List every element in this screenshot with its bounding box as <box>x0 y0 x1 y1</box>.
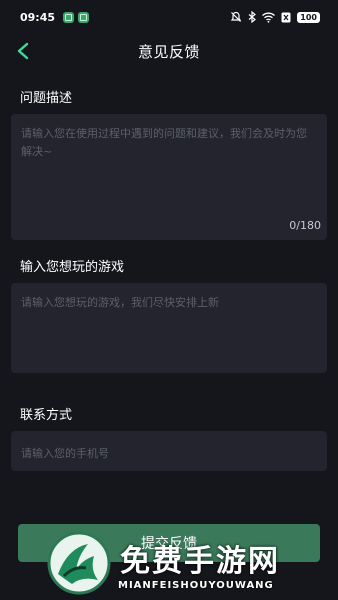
problem-field: 0/180 <box>11 114 327 240</box>
mute-icon <box>231 11 242 22</box>
status-bar: 09:45 100 <box>0 0 338 34</box>
char-counter: 0/180 <box>289 219 321 232</box>
phone-input[interactable] <box>21 445 317 463</box>
sim-icon <box>281 12 291 22</box>
back-button[interactable] <box>12 40 34 62</box>
bluetooth-icon <box>248 11 257 23</box>
game-label: 输入您想玩的游戏 <box>20 260 125 275</box>
status-time: 09:45 <box>20 10 56 24</box>
app-icon <box>63 11 75 23</box>
contact-label: 联系方式 <box>20 408 73 423</box>
game-field <box>11 283 327 373</box>
nav-bar: 意见反馈 <box>0 34 338 68</box>
app-icon <box>78 11 90 23</box>
contact-field <box>11 431 327 471</box>
page-title: 意见反馈 <box>137 42 200 61</box>
problem-textarea[interactable] <box>21 125 317 195</box>
problem-label: 问题描述 <box>20 91 73 106</box>
submit-button[interactable]: 提交反馈 <box>18 524 320 562</box>
wifi-icon <box>262 12 276 23</box>
game-textarea[interactable] <box>21 294 317 362</box>
watermark-subtitle: MIANFEISHOUYOUWANG <box>118 580 274 591</box>
battery-icon: 100 <box>297 11 320 23</box>
chevron-left-icon <box>17 42 29 60</box>
status-icons: 100 <box>230 11 320 23</box>
